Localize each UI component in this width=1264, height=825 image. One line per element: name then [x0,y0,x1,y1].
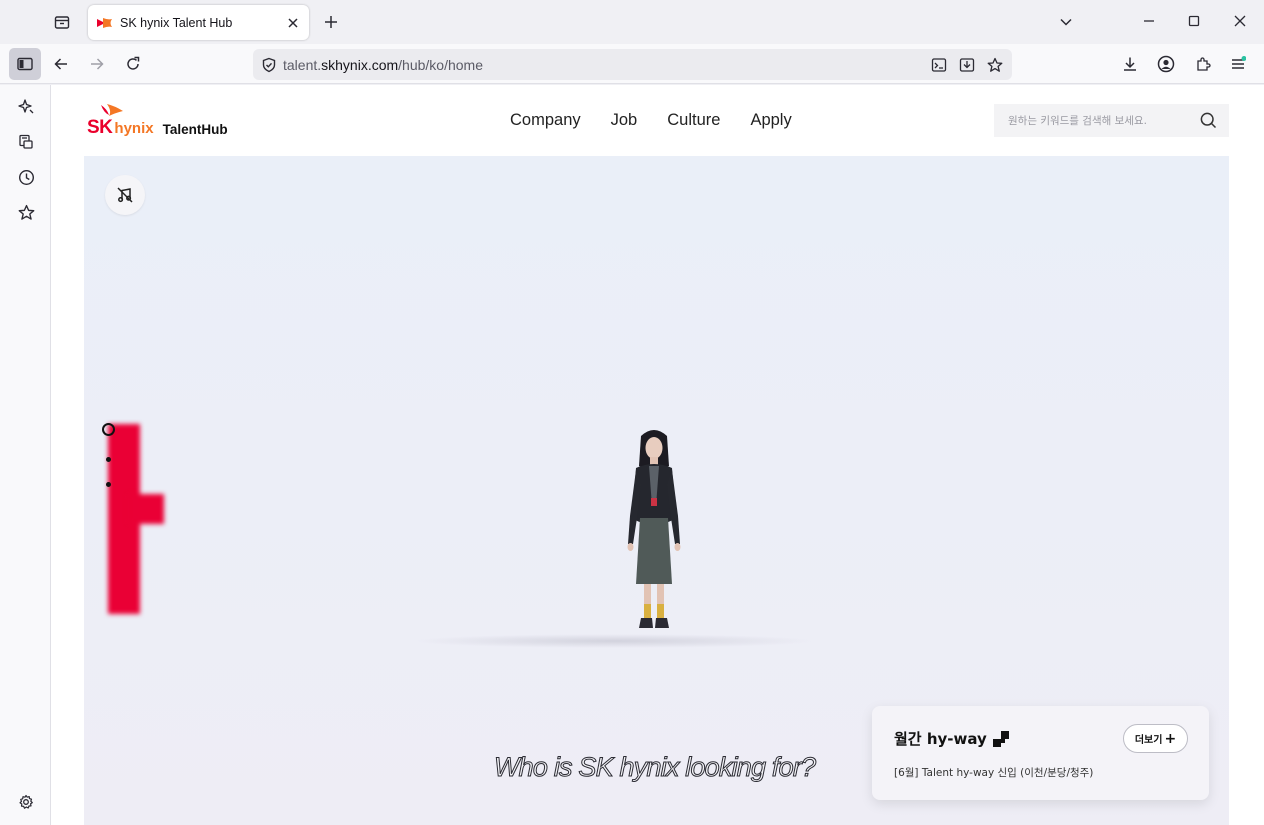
logo-sk-text: SK [87,117,113,138]
main-navigation: Company Job Culture Apply [510,111,822,130]
list-all-tabs-button[interactable] [1052,8,1080,36]
title-bar: SK hynix Talent Hub [0,0,1264,44]
monthly-hyway-card[interactable]: 월간 hy-way [6월] Talent hy-way 신입 (이천/분당/청… [872,706,1209,800]
hamburger-menu-icon [1232,56,1246,69]
clock-icon [18,169,34,185]
maximize-button[interactable] [1179,6,1209,36]
sidebar-synced-tabs-button[interactable] [10,126,42,158]
tab-overview-button[interactable] [48,8,76,36]
account-button[interactable] [1150,48,1182,80]
tab-close-button[interactable] [279,9,307,37]
card-title-text: 월간 hy-way [894,730,987,748]
download-icon [1124,57,1136,71]
close-icon [1234,15,1246,27]
close-icon [288,17,298,28]
nav-culture[interactable]: Culture [667,111,720,130]
red-motion-shape-arm [128,494,164,524]
sidebar-ai-chatbot-button[interactable] [10,91,42,123]
url-path: /hub/ko/home [398,56,484,73]
more-button[interactable]: 더보기 + [1123,724,1188,753]
card-subtitle: [6월] Talent hy-way 신입 (이천/분당/청주) [894,767,1094,779]
browser-tab[interactable]: SK hynix Talent Hub [88,5,309,40]
pixel-blocks-icon [992,730,1009,747]
sidebar-history-button[interactable] [10,161,42,193]
minimize-icon [1144,20,1154,22]
extensions-button[interactable] [1187,48,1219,80]
page-viewport: SK hynix TalentHub Company Job Culture A… [51,85,1264,825]
account-icon [1157,55,1175,73]
slide-indicator-active[interactable] [102,423,115,436]
translate-icon [931,58,947,72]
url-host: skhynix.com [321,56,399,73]
url-bar[interactable]: talent.skhynix.com/hub/ko/home [253,49,1012,80]
music-off-icon [117,187,133,203]
app-menu-button[interactable] [1222,48,1254,80]
nav-job[interactable]: Job [611,111,638,130]
back-button[interactable] [45,48,77,80]
chevron-down-icon [1060,18,1072,26]
sk-hynix-talenthub-logo[interactable]: SK hynix TalentHub [87,103,228,137]
person-figure [627,430,681,628]
more-button-label: 더보기 [1134,735,1163,746]
logo-hynix-text: hynix [114,120,154,137]
synced-tabs-icon [19,134,33,149]
nav-company[interactable]: Company [510,111,581,130]
arrow-right-icon [91,58,104,70]
new-tab-button[interactable] [317,8,345,36]
star-icon [987,57,1003,72]
logo-talenthub-text: TalentHub [162,121,228,137]
downloads-button[interactable] [1114,48,1146,80]
forward-button[interactable] [81,48,113,80]
save-to-pocket-button[interactable] [957,55,977,75]
sk-hynix-favicon [97,17,112,28]
maximize-icon [1188,15,1200,27]
search-icon [1200,112,1217,129]
search-button[interactable] [1200,112,1217,134]
arrow-left-icon [54,58,67,70]
plus-icon: + [1164,730,1177,747]
puzzle-icon [1197,57,1211,71]
sidebar-bookmarks-button[interactable] [10,196,42,228]
window-close-button[interactable] [1225,6,1255,36]
nav-apply[interactable]: Apply [750,111,791,130]
sound-toggle-button[interactable] [105,175,145,215]
plus-icon [325,16,337,28]
search-input[interactable] [1008,114,1188,127]
star-icon [18,204,34,220]
hero-tagline: Who is SK hynix looking for? [493,752,816,783]
slide-indicator[interactable] [106,457,111,462]
browser-sidebar [0,85,51,825]
gear-icon [19,794,33,809]
sidebar-toggle-button[interactable] [9,48,41,80]
reload-button[interactable] [117,48,149,80]
sparkle-icon [18,99,34,114]
url-text: talent.skhynix.com/hub/ko/home [283,57,483,73]
hero-video: Who is SK hynix looking for? 월간 hy-way [… [84,156,1229,825]
download-page-icon [959,58,975,72]
card-title: 월간 hy-way [894,728,1009,749]
tab-overview-icon [54,16,70,29]
site-search [994,104,1229,137]
slide-indicator[interactable] [106,482,111,487]
site-header: SK hynix TalentHub Company Job Culture A… [51,85,1264,156]
tab-title: SK hynix Talent Hub [120,15,233,30]
reload-icon [127,56,140,70]
bookmark-star-button[interactable] [985,55,1005,75]
minimize-button[interactable] [1134,6,1164,36]
sidebar-settings-button[interactable] [10,786,42,818]
sidebar-icon [17,57,33,71]
sk-flame-logo-icon [101,104,123,116]
url-prefix: talent. [283,56,322,73]
navigation-toolbar: talent.skhynix.com/hub/ko/home [0,44,1264,84]
translate-page-button[interactable] [929,55,949,75]
shield-icon [262,57,276,72]
